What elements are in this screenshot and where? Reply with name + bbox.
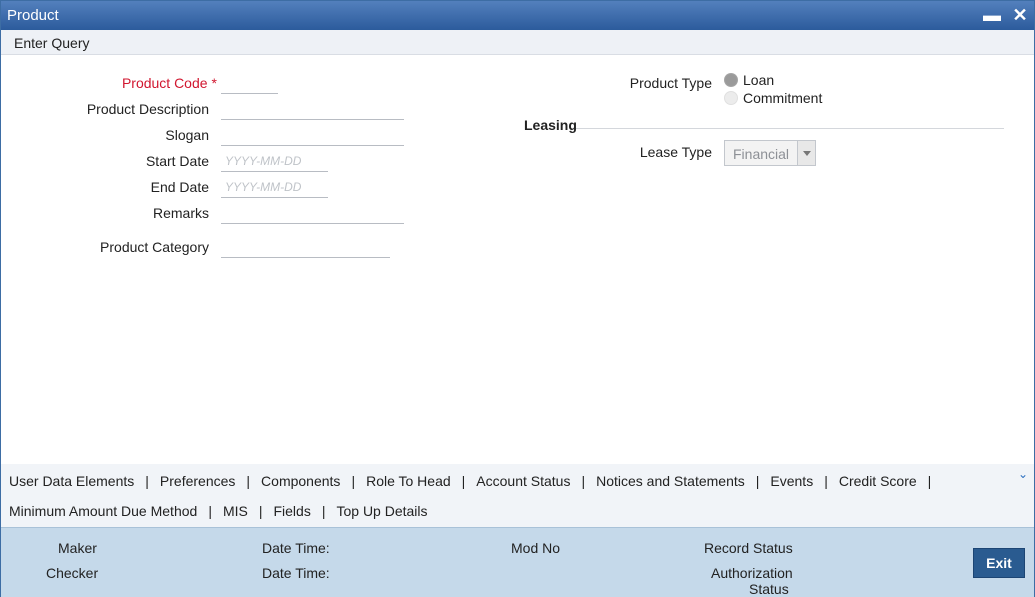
leasing-section-title: Leasing xyxy=(524,117,577,133)
tab-separator: | xyxy=(321,503,326,519)
maker-label: Maker xyxy=(58,540,97,556)
required-asterisk: * xyxy=(211,75,217,91)
product-category-input[interactable] xyxy=(221,236,390,258)
tab-separator: | xyxy=(145,473,149,489)
exit-button[interactable]: Exit xyxy=(973,548,1025,578)
tab-separator: | xyxy=(824,473,828,489)
chevron-down-icon[interactable]: ⌄ xyxy=(1016,467,1030,481)
product-description-input[interactable] xyxy=(221,98,404,120)
remarks-label: Remarks xyxy=(152,205,209,221)
leasing-divider xyxy=(576,128,1004,129)
authorization-status-label: Status xyxy=(749,581,789,597)
tab-mis[interactable]: MIS xyxy=(223,503,248,519)
lease-type-label: Lease Type xyxy=(639,144,712,160)
loan-radio[interactable] xyxy=(724,73,738,87)
commitment-radio-label: Commitment xyxy=(743,90,823,106)
tab-components[interactable]: Components xyxy=(261,473,340,489)
tab-separator: | xyxy=(581,473,586,489)
lease-type-select[interactable]: Financial xyxy=(724,140,816,166)
end-date-input[interactable] xyxy=(221,176,328,198)
tab-separator: | xyxy=(246,473,251,489)
tab-fields[interactable]: Fields xyxy=(273,503,310,519)
record-status-label: Record Status xyxy=(704,540,793,556)
tab-separator: | xyxy=(927,473,932,489)
tab-separator: | xyxy=(208,503,212,519)
tab-separator: | xyxy=(351,473,356,489)
product-description-label: Product Description xyxy=(86,101,209,117)
slogan-input[interactable] xyxy=(221,124,404,146)
tab-top-up-details[interactable]: Top Up Details xyxy=(336,503,427,519)
subsystem-tabs: User Data Elements | Preferences | Component… xyxy=(1,464,1034,527)
tab-events[interactable]: Events xyxy=(770,473,813,489)
title-bar: Product ▬ ✕ xyxy=(1,1,1034,30)
tab-credit-score[interactable]: Credit Score xyxy=(839,473,917,489)
minimize-icon[interactable]: ▬ xyxy=(982,5,1002,25)
audit-footer: Maker Checker Date Time: Date Time: Mod … xyxy=(1,527,1034,597)
tab-minimum-amount-due-method[interactable]: Minimum Amount Due Method xyxy=(9,503,197,519)
window-title: Product xyxy=(7,7,59,24)
tab-row-2: Minimum Amount Due Method | MIS | Fields | Top… xyxy=(9,503,428,519)
tab-role-to-head[interactable]: Role To Head xyxy=(366,473,451,489)
tab-separator: | xyxy=(755,473,760,489)
tab-separator: | xyxy=(461,473,466,489)
product-code-input[interactable] xyxy=(221,72,278,94)
close-icon[interactable]: ✕ xyxy=(1010,5,1030,25)
tab-row-1: User Data Elements | Preferences | Component… xyxy=(9,473,942,489)
mod-no-label: Mod No xyxy=(511,540,561,556)
product-category-label: Product Category xyxy=(100,239,209,255)
remarks-input[interactable] xyxy=(221,202,404,224)
loan-radio-label: Loan xyxy=(743,72,775,88)
start-date-input[interactable] xyxy=(221,150,328,172)
tab-separator: | xyxy=(258,503,263,519)
tab-user-data-elements[interactable]: User Data Elements xyxy=(9,473,134,489)
slogan-label: Slogan xyxy=(165,127,209,143)
end-date-label: End Date xyxy=(150,179,209,195)
checker-date-time-label: Date Time: xyxy=(262,565,330,581)
authorization-label: Authorization xyxy=(711,565,793,581)
toolbar: Enter Query xyxy=(1,30,1034,55)
tab-preferences[interactable]: Preferences xyxy=(160,473,235,489)
enter-query-button[interactable]: Enter Query xyxy=(14,35,89,51)
tab-account-status[interactable]: Account Status xyxy=(476,473,570,489)
lease-type-value: Financial xyxy=(733,146,790,162)
checker-label: Checker xyxy=(46,565,99,581)
commitment-radio[interactable] xyxy=(724,91,738,105)
product-type-label: Product Type xyxy=(629,75,712,91)
chevron-down-icon[interactable] xyxy=(797,141,815,165)
product-window: Product ▬ ✕ Enter Query Product Code * Pr… xyxy=(0,0,1035,597)
start-date-label: Start Date xyxy=(145,153,209,169)
tab-notices-and-statements[interactable]: Notices and Statements xyxy=(596,473,745,489)
product-code-label: Product Code * xyxy=(121,75,217,91)
maker-date-time-label: Date Time: xyxy=(262,540,330,556)
